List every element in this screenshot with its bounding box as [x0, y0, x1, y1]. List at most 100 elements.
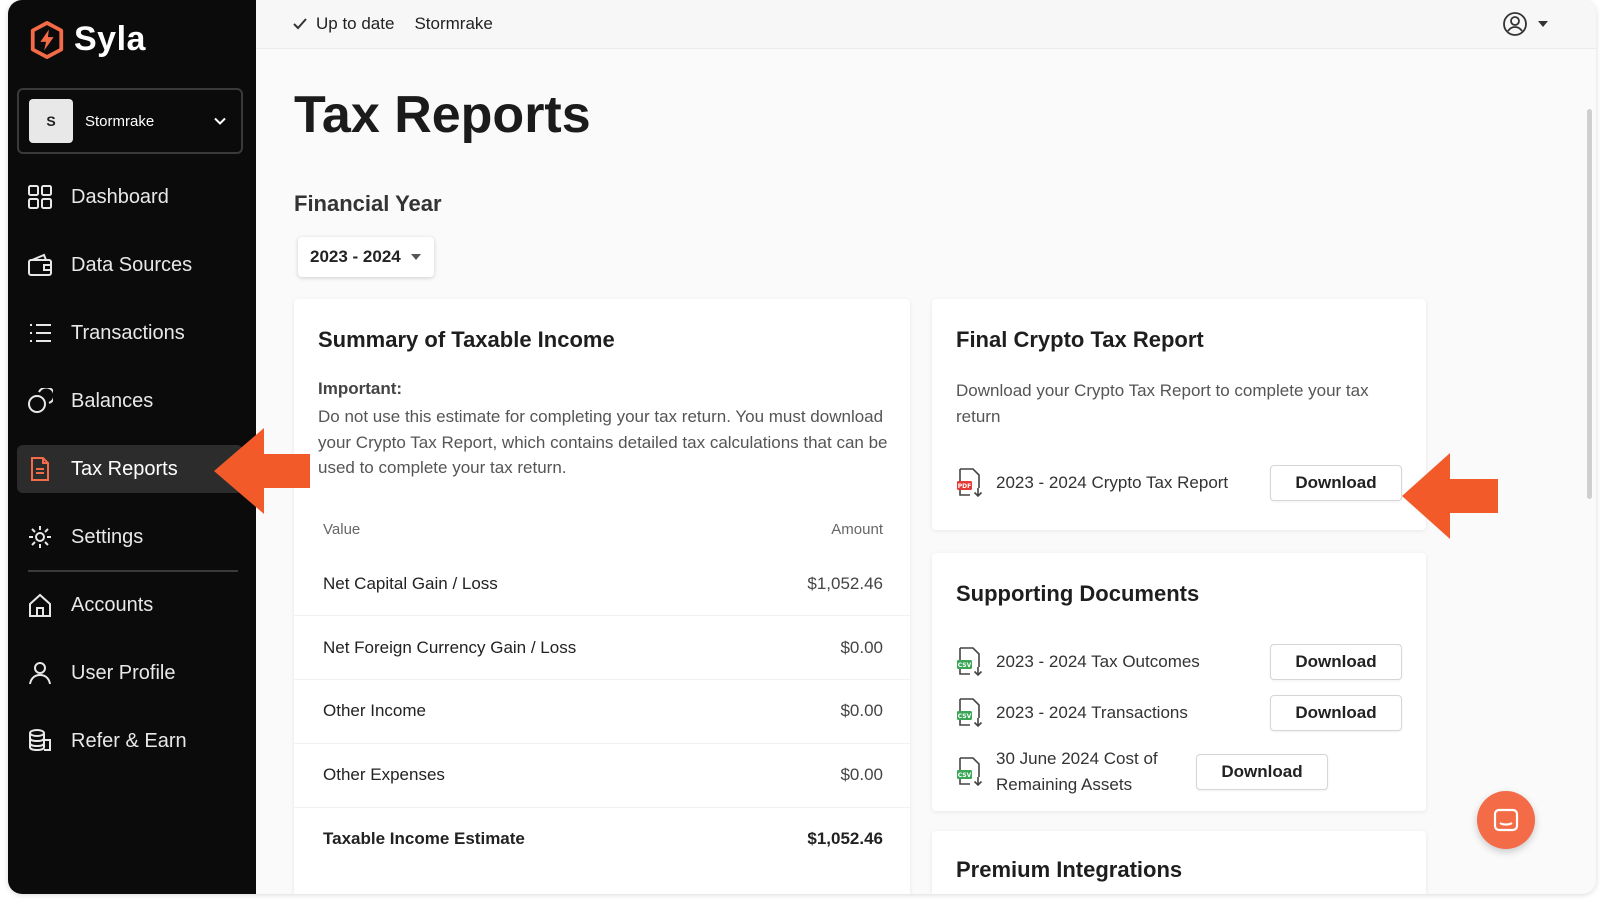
caret-down-icon	[1538, 21, 1548, 27]
csv-file-icon: CSV	[957, 698, 983, 728]
page-title: Tax Reports	[294, 86, 591, 144]
download-final-report-button[interactable]: Download	[1270, 465, 1402, 501]
svg-text:PDF: PDF	[958, 483, 971, 490]
summary-card: Summary of Taxable Income Important: Do …	[294, 299, 910, 894]
user-menu[interactable]	[1502, 11, 1548, 37]
user-icon	[27, 660, 53, 686]
row-label: Other Expenses	[323, 765, 445, 784]
row-divider	[294, 679, 910, 680]
row-amount: $0.00	[840, 765, 883, 784]
row-amount: $0.00	[840, 638, 883, 657]
chat-icon	[1493, 808, 1519, 832]
user-circle-icon	[1503, 12, 1527, 36]
table-row: Net Capital Gain / Loss $1,052.46	[323, 554, 883, 614]
caret-down-icon	[410, 254, 421, 260]
sidebar-item-label: User Profile	[71, 661, 176, 684]
top-bar: Up to date Stormrake	[256, 0, 1596, 49]
row-divider	[294, 743, 910, 744]
sidebar-item-refer-earn[interactable]: Refer & Earn	[17, 717, 243, 765]
logo[interactable]: Syla	[28, 20, 146, 59]
important-label: Important:	[318, 379, 403, 398]
check-icon	[293, 18, 307, 30]
table-row: Other Income $0.00	[323, 681, 883, 741]
syla-logo-icon	[30, 20, 64, 59]
sidebar-item-label: Refer & Earn	[71, 729, 187, 752]
final-report-title: Final Crypto Tax Report	[956, 327, 1204, 352]
sidebar-item-settings[interactable]: Settings	[17, 513, 243, 561]
supporting-file-label: 2023 - 2024 Tax Outcomes	[996, 652, 1200, 672]
row-label: Net Capital Gain / Loss	[323, 574, 498, 593]
download-tax-outcomes-button[interactable]: Download	[1270, 644, 1402, 680]
chat-button[interactable]	[1477, 791, 1535, 849]
table-row-total: Taxable Income Estimate $1,052.46	[323, 809, 883, 869]
dashboard-icon	[27, 184, 53, 210]
supporting-documents-card: Supporting Documents CSV 2023 - 2024 Tax…	[932, 553, 1426, 811]
svg-text:CSV: CSV	[958, 772, 972, 779]
supporting-file-label: 30 June 2024 Cost of Remaining Assets	[996, 749, 1158, 794]
row-amount: $0.00	[840, 701, 883, 720]
row-divider	[294, 807, 910, 808]
row-label: Net Foreign Currency Gain / Loss	[323, 638, 577, 657]
home-icon	[27, 592, 53, 618]
list-icon	[27, 320, 53, 346]
download-transactions-button[interactable]: Download	[1270, 695, 1402, 731]
sidebar-item-data-sources[interactable]: Data Sources	[17, 241, 243, 289]
sidebar-divider	[28, 570, 238, 572]
sidebar-item-user-profile[interactable]: User Profile	[17, 649, 243, 697]
sidebar-item-label: Settings	[71, 525, 144, 548]
sidebar-item-label: Transactions	[71, 321, 185, 344]
svg-text:CSV: CSV	[958, 662, 972, 669]
sidebar-item-label: Dashboard	[71, 185, 169, 208]
row-divider	[294, 615, 910, 616]
table-row: Other Expenses $0.00	[323, 745, 883, 805]
important-text: Do not use this estimate for completing …	[318, 407, 888, 477]
table-header: Value Amount	[323, 521, 883, 538]
sidebar-item-label: Tax Reports	[71, 457, 178, 480]
pdf-file-icon: PDF	[957, 468, 983, 498]
download-remaining-assets-button[interactable]: Download	[1196, 753, 1328, 790]
sidebar-item-balances[interactable]: Balances	[17, 377, 243, 425]
sidebar-item-label: Data Sources	[71, 253, 193, 276]
row-amount: $1,052.46	[807, 574, 883, 593]
sidebar-item-dashboard[interactable]: Dashboard	[17, 173, 243, 221]
sync-status: Up to date	[316, 14, 395, 33]
supporting-file-row: CSV 2023 - 2024 Tax Outcomes Download	[956, 644, 1402, 680]
chevron-down-icon	[214, 117, 226, 125]
financial-year-select[interactable]: 2023 - 2024	[298, 237, 434, 277]
final-report-file: PDF 2023 - 2024 Crypto Tax Report Downlo…	[956, 465, 1402, 501]
supporting-documents-title: Supporting Documents	[956, 581, 1200, 606]
final-report-card: Final Crypto Tax Report Download your Cr…	[932, 299, 1426, 530]
sidebar-item-transactions[interactable]: Transactions	[17, 309, 243, 357]
financial-year-label: Financial Year	[294, 191, 442, 216]
supporting-file-row: CSV 30 June 2024 Cost of Remaining Asset…	[956, 746, 1402, 797]
account-avatar: S	[29, 99, 73, 143]
column-value: Value	[323, 521, 361, 538]
annotation-arrow-left	[214, 428, 310, 514]
premium-integrations-title: Premium Integrations	[956, 857, 1183, 882]
app-name: Syla	[74, 20, 146, 58]
wallet-icon	[27, 252, 53, 278]
row-label: Other Income	[323, 701, 426, 720]
supporting-file-label: 2023 - 2024 Transactions	[996, 703, 1188, 723]
sidebar-item-label: Balances	[71, 389, 154, 412]
main-content: Tax Reports Financial Year 2023 - 2024 S…	[256, 49, 1596, 894]
svg-text:CSV: CSV	[958, 713, 972, 720]
document-icon	[27, 456, 53, 482]
csv-file-icon: CSV	[957, 756, 983, 786]
financial-year-value: 2023 - 2024	[310, 247, 401, 266]
scrollbar[interactable]	[1587, 109, 1592, 499]
row-amount: $1,052.46	[807, 829, 883, 848]
sidebar-item-accounts[interactable]: Accounts	[17, 581, 243, 629]
account-selector[interactable]: S Stormrake	[17, 88, 243, 154]
account-name: Stormrake	[85, 112, 155, 130]
annotation-arrow-right	[1402, 453, 1498, 539]
csv-file-icon: CSV	[957, 647, 983, 677]
column-amount: Amount	[831, 521, 883, 538]
summary-title: Summary of Taxable Income	[318, 327, 615, 352]
supporting-file-row: CSV 2023 - 2024 Transactions Download	[956, 695, 1402, 731]
sidebar-item-tax-reports[interactable]: Tax Reports	[17, 445, 243, 493]
table-row: Net Foreign Currency Gain / Loss $0.00	[323, 618, 883, 678]
premium-integrations-card: Premium Integrations	[932, 831, 1426, 894]
row-label: Taxable Income Estimate	[323, 829, 525, 848]
stack-icon	[27, 728, 53, 754]
